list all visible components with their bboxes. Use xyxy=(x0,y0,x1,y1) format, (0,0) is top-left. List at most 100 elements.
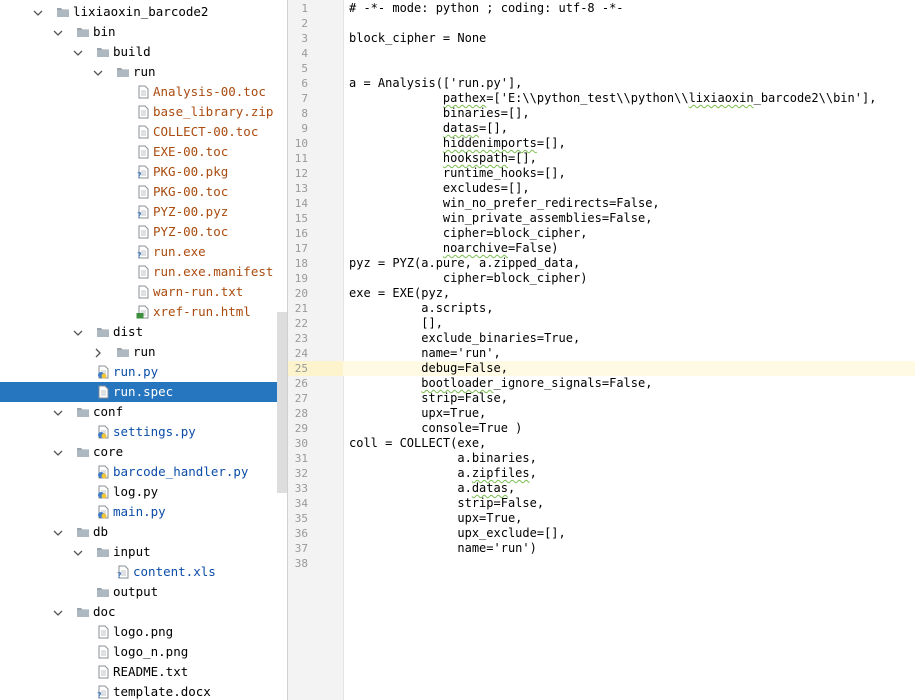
chevron-down-icon[interactable] xyxy=(52,602,64,622)
chevron-down-icon[interactable] xyxy=(52,402,64,422)
line-number: 15 xyxy=(294,212,308,225)
code-line[interactable]: exe = EXE(pyz, xyxy=(349,286,450,301)
code-line[interactable]: console=True ) xyxy=(349,421,522,436)
line-number: 19 xyxy=(294,272,308,285)
chevron-down-icon[interactable] xyxy=(52,22,64,42)
code-line[interactable]: # -*- mode: python ; coding: utf-8 -*- xyxy=(349,1,624,16)
tree-item-label: Analysis-00.toc xyxy=(153,84,266,99)
svg-text:?: ? xyxy=(117,571,122,579)
code-line[interactable]: a.scripts, xyxy=(349,301,493,316)
chevron-right-icon[interactable] xyxy=(92,342,104,362)
tree-row[interactable]: dist xyxy=(0,322,287,342)
tree-row[interactable]: barcode_handler.py xyxy=(0,462,287,482)
code-line[interactable]: pyz = PYZ(a.pure, a.zipped_data, xyxy=(349,256,580,271)
code-line[interactable]: binaries=[], xyxy=(349,106,530,121)
code-line[interactable]: cipher=block_cipher, xyxy=(349,226,588,241)
tree-row[interactable]: build xyxy=(0,42,287,62)
chevron-down-icon[interactable] xyxy=(52,522,64,542)
chevron-down-icon[interactable] xyxy=(72,322,84,342)
code-line[interactable]: upx_exclude=[], xyxy=(349,526,565,541)
tree-row[interactable]: PKG-00.toc xyxy=(0,182,287,202)
code-line[interactable]: name='run') xyxy=(349,541,536,556)
code-line[interactable]: block_cipher = None xyxy=(349,31,486,46)
code-line[interactable]: strip=False, xyxy=(349,496,544,511)
tree-row[interactable]: Analysis-00.toc xyxy=(0,82,287,102)
tree-item-label: settings.py xyxy=(113,424,196,439)
code-line[interactable]: win_private_assemblies=False, xyxy=(349,211,653,226)
code-line[interactable]: hiddenimports=[], xyxy=(349,136,566,151)
code-line[interactable]: noarchive=False) xyxy=(349,241,559,256)
text-file-icon xyxy=(96,645,110,659)
line-number: 26 xyxy=(294,377,308,390)
svg-text:?: ? xyxy=(97,691,102,699)
tree-row[interactable]: run.py xyxy=(0,362,287,382)
code-line[interactable]: a.zipfiles, xyxy=(349,466,537,481)
tree-row[interactable]: main.py xyxy=(0,502,287,522)
tree-row[interactable]: xref-run.html xyxy=(0,302,287,322)
code-line[interactable]: cipher=block_cipher) xyxy=(349,271,588,286)
code-line[interactable]: debug=False, xyxy=(349,361,508,376)
tree-row[interactable]: EXE-00.toc xyxy=(0,142,287,162)
folder-icon xyxy=(96,45,110,59)
tree-row[interactable]: core xyxy=(0,442,287,462)
code-line[interactable]: coll = COLLECT(exe, xyxy=(349,436,486,451)
tree-row[interactable]: README.txt xyxy=(0,662,287,682)
tree-row[interactable]: log.py xyxy=(0,482,287,502)
line-number: 14 xyxy=(294,197,308,210)
tree-row[interactable]: bin xyxy=(0,22,287,42)
code-line[interactable]: name='run', xyxy=(349,346,500,361)
code-line[interactable]: bootloader_ignore_signals=False, xyxy=(349,376,652,391)
tree-row[interactable]: ? template.docx xyxy=(0,682,287,700)
tree-row[interactable]: run xyxy=(0,62,287,82)
tree-row[interactable]: warn-run.txt xyxy=(0,282,287,302)
code-line[interactable]: datas=[], xyxy=(349,121,508,136)
tree-row[interactable]: run.exe.manifest xyxy=(0,262,287,282)
unknown-file-icon: ? xyxy=(136,245,150,260)
code-line[interactable]: hookspath=[], xyxy=(349,151,537,166)
code-line[interactable]: excludes=[], xyxy=(349,181,530,196)
code-line[interactable]: a.datas, xyxy=(349,481,515,496)
code-line[interactable]: a = Analysis(['run.py'], xyxy=(349,76,522,91)
project-tree[interactable]: lixiaoxin_barcode2 bin build run Analysis-00… xyxy=(0,0,287,700)
line-number: 1 xyxy=(301,2,308,15)
tree-row[interactable]: logo_n.png xyxy=(0,642,287,662)
tree-row[interactable]: ? PYZ-00.pyz xyxy=(0,202,287,222)
tree-row[interactable]: PYZ-00.toc xyxy=(0,222,287,242)
code-line[interactable]: upx=True, xyxy=(349,406,486,421)
chevron-down-icon[interactable] xyxy=(72,542,84,562)
tree-row[interactable]: output xyxy=(0,582,287,602)
chevron-down-icon[interactable] xyxy=(72,42,84,62)
code-line[interactable]: strip=False, xyxy=(349,391,508,406)
code-line[interactable]: a.binaries, xyxy=(349,451,536,466)
tree-row[interactable]: input xyxy=(0,542,287,562)
line-number: 12 xyxy=(294,167,308,180)
tree-row[interactable]: db xyxy=(0,522,287,542)
code-line[interactable]: runtime_hooks=[], xyxy=(349,166,566,181)
tree-row[interactable]: run.spec xyxy=(0,382,287,402)
tree-item-label: core xyxy=(93,444,124,459)
code-line[interactable]: win_no_prefer_redirects=False, xyxy=(349,196,660,211)
tree-row[interactable]: base_library.zip xyxy=(0,102,287,122)
tree-row[interactable]: ? PKG-00.pkg xyxy=(0,162,287,182)
tree-row[interactable]: ? run.exe xyxy=(0,242,287,262)
tree-row[interactable]: settings.py xyxy=(0,422,287,442)
tree-row[interactable]: run xyxy=(0,342,287,362)
tree-row[interactable]: lixiaoxin_barcode2 xyxy=(0,2,287,22)
tree-row[interactable]: ? content.xls xyxy=(0,562,287,582)
project-tree-scrollbar[interactable] xyxy=(277,312,287,493)
code-line[interactable]: exclude_binaries=True, xyxy=(349,331,580,346)
text-file-icon xyxy=(136,225,150,239)
tree-row[interactable]: logo.png xyxy=(0,622,287,642)
tree-row[interactable]: doc xyxy=(0,602,287,622)
chevron-down-icon[interactable] xyxy=(32,2,44,22)
tree-row[interactable]: conf xyxy=(0,402,287,422)
chevron-down-icon[interactable] xyxy=(52,442,64,462)
code-line[interactable]: [], xyxy=(349,316,443,331)
code-line[interactable]: pathex=['E:\\python_test\\python\\lixiao… xyxy=(349,91,877,106)
code-line[interactable]: upx=True, xyxy=(349,511,522,526)
tree-item-label: build xyxy=(113,44,151,59)
tree-item-label: COLLECT-00.toc xyxy=(153,124,259,139)
svg-text:?: ? xyxy=(137,211,142,219)
tree-row[interactable]: COLLECT-00.toc xyxy=(0,122,287,142)
chevron-down-icon[interactable] xyxy=(92,62,104,82)
